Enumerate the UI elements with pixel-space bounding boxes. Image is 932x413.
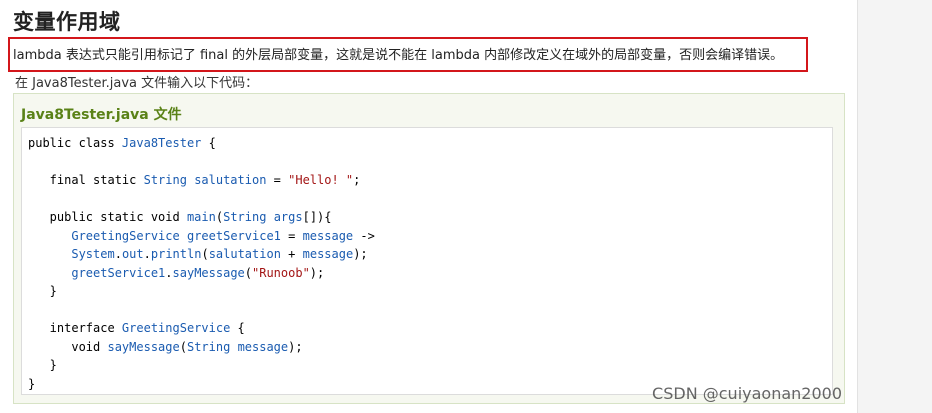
code-example-panel: Java8Tester.java 文件 public class Java8Te… [13, 93, 845, 404]
code-line: } [28, 376, 36, 391]
article-content: 变量作用域 lambda 表达式只能引用标记了 final 的外层局部变量，这就… [0, 0, 858, 413]
highlighted-paragraph: lambda 表达式只能引用标记了 final 的外层局部变量，这就是说不能在 … [13, 48, 784, 63]
code-line: final static String salutation = "Hello!… [28, 173, 361, 187]
code-line: void sayMessage(String message); [28, 339, 303, 354]
code-line: public class Java8Tester { [28, 136, 216, 150]
code-line: GreetingService greetService1 = message … [71, 228, 375, 243]
code-line: System.out.println(salutation + message)… [71, 247, 368, 261]
code-line: public static void main(String args[]){ [28, 210, 332, 224]
code-line: interface GreetingService { [28, 321, 245, 335]
code-line: } [28, 358, 57, 372]
csdn-watermark: CSDN @cuiyaonan2000 [652, 384, 842, 403]
code-text: public class Java8Tester { final static … [28, 134, 375, 393]
code-line: greetService1.sayMessage("Runoob"); [71, 265, 325, 280]
code-line: } [28, 284, 57, 298]
intro-paragraph: 在 Java8Tester.java 文件输入以下代码： [15, 76, 259, 91]
section-heading: 变量作用域 [13, 10, 121, 34]
code-example-title: Java8Tester.java 文件 [21, 107, 182, 123]
code-block[interactable]: public class Java8Tester { final static … [21, 127, 833, 395]
